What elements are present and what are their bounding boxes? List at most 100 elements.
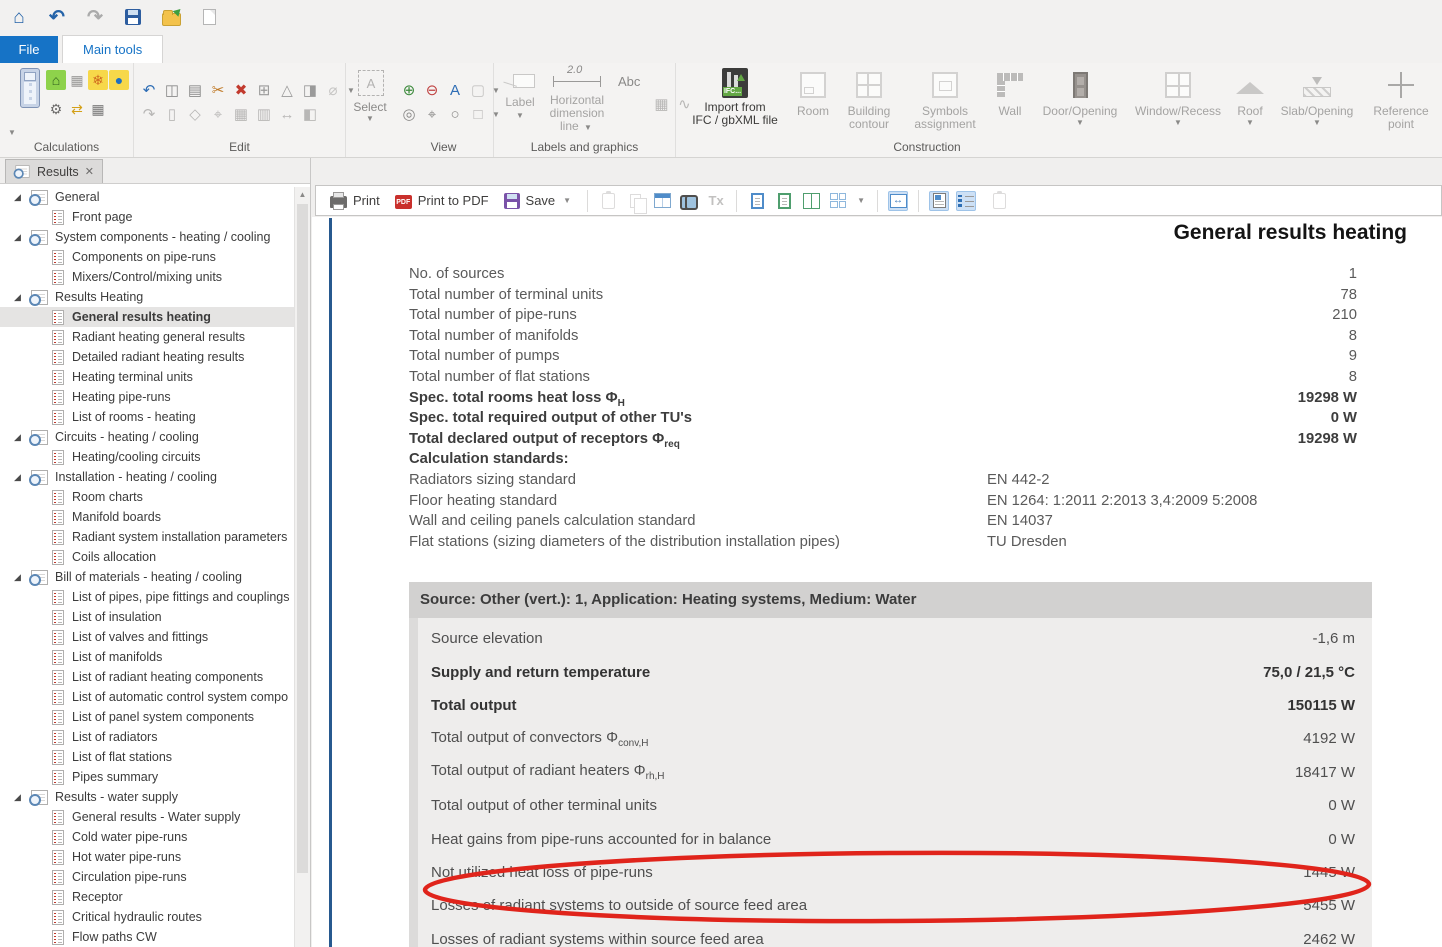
zoom-area-icon[interactable]: ▢ — [467, 80, 489, 101]
tree-item[interactable]: Circulation pipe-runs — [0, 867, 294, 887]
wall-button[interactable]: Wall — [988, 66, 1032, 118]
table-settings-button[interactable] — [652, 191, 672, 211]
tree-item[interactable]: Hot water pipe-runs — [0, 847, 294, 867]
pan-icon[interactable]: ◎ — [398, 104, 420, 125]
list-view-button[interactable] — [956, 191, 976, 211]
redo-button[interactable]: ↷ — [84, 6, 106, 28]
tree-item[interactable]: ◢System components - heating / cooling — [0, 227, 294, 247]
zoom-out-icon[interactable]: ⊖ — [421, 80, 443, 101]
label-caret[interactable]: ▼ — [514, 109, 526, 122]
scroll-up-icon[interactable]: ▲ — [295, 187, 310, 202]
redo-icon[interactable]: ↷ — [138, 104, 160, 125]
tree-item[interactable]: ◢Installation - heating / cooling — [0, 467, 294, 487]
expand-triangle-icon[interactable]: ◢ — [14, 472, 24, 483]
tree-item[interactable]: Manifold boards — [0, 507, 294, 527]
balance-valves-icon[interactable]: ⇄ — [67, 99, 87, 119]
window-recess-caret[interactable]: ▼ — [1172, 118, 1184, 127]
edit-nodes-icon[interactable]: ⊞ — [253, 80, 275, 101]
tab-results[interactable]: Results ✕ — [5, 159, 103, 183]
grid-pages-view-button[interactable] — [828, 191, 848, 211]
home-button[interactable]: ⌂ — [8, 6, 30, 28]
expand-triangle-icon[interactable]: ◢ — [14, 572, 24, 583]
reference-point-button[interactable]: Reference point — [1362, 66, 1440, 131]
tree-item[interactable]: Mixers/Control/mixing units — [0, 267, 294, 287]
roof-button[interactable]: Roof▼ — [1228, 66, 1272, 127]
tree-item[interactable]: Flow paths CW — [0, 927, 294, 947]
pages-view-caret[interactable]: ▼ — [855, 196, 867, 205]
save-report-button[interactable]: Save ▼ — [500, 191, 578, 211]
tree-item[interactable]: List of radiators — [0, 727, 294, 747]
selection-box-icon[interactable]: ▯ — [161, 104, 183, 125]
cooling-module-icon[interactable]: ❄ — [88, 70, 108, 90]
single-page-view-button[interactable] — [747, 191, 767, 211]
tree-item[interactable]: Heating terminal units — [0, 367, 294, 387]
copy-icon[interactable]: ◫ — [161, 80, 183, 101]
tree-item[interactable]: General results heating — [0, 307, 294, 327]
paste-special-button[interactable] — [598, 191, 618, 211]
tree-item[interactable]: Heating/cooling circuits — [0, 447, 294, 467]
calc-table-icon[interactable]: ▦ — [88, 99, 108, 119]
clipboard-button[interactable] — [989, 191, 1009, 211]
symbols-assignment-button[interactable]: Symbols assignment — [902, 66, 988, 131]
zoom-all-icon[interactable]: A — [444, 80, 466, 101]
zoom-selection-icon[interactable]: ⌖ — [421, 104, 443, 125]
print-to-pdf-button[interactable]: PDF Print to PDF — [391, 190, 493, 211]
undo-icon[interactable]: ↶ — [138, 80, 160, 101]
tree-item[interactable]: List of flat stations — [0, 747, 294, 767]
save-caret[interactable]: ▼ — [561, 196, 573, 205]
door-opening-caret[interactable]: ▼ — [1074, 118, 1086, 127]
zoom-in-icon[interactable]: ⊕ — [398, 80, 420, 101]
building-contour-button[interactable]: Building contour — [836, 66, 902, 131]
horizontal-dimension-button[interactable]: 2.0 Horizontal dimension line ▼ — [542, 66, 612, 134]
copy-page-button[interactable] — [625, 191, 645, 211]
tree-item[interactable]: Radiant system installation parameters — [0, 527, 294, 547]
pump-options-icon[interactable]: ⚙ — [46, 99, 66, 119]
slab-opening-caret[interactable]: ▼ — [1311, 118, 1323, 127]
fit-width-button[interactable]: ↔ — [888, 191, 908, 211]
paste-icon[interactable]: ▤ — [184, 80, 206, 101]
tree-item[interactable]: Components on pipe-runs — [0, 247, 294, 267]
arrange-icon[interactable]: ▥ — [253, 104, 275, 125]
two-pages-view-button[interactable] — [801, 191, 821, 211]
delete-icon[interactable]: ✖ — [230, 80, 252, 101]
expand-triangle-icon[interactable]: ◢ — [14, 232, 24, 243]
tree-item[interactable]: ◢Bill of materials - heating / cooling — [0, 567, 294, 587]
hdim-caret[interactable]: ▼ — [582, 123, 594, 132]
close-icon[interactable]: ✕ — [85, 165, 94, 178]
measure-icon[interactable]: ↔ — [276, 104, 298, 125]
open-project-button[interactable] — [160, 6, 182, 28]
expand-triangle-icon[interactable]: ◢ — [14, 432, 24, 443]
undo-button[interactable]: ↶ — [46, 6, 68, 28]
tree-item[interactable]: List of manifolds — [0, 647, 294, 667]
window-recess-button[interactable]: Window/Recess▼ — [1128, 66, 1228, 127]
tree-item[interactable]: List of automatic control system compo — [0, 687, 294, 707]
slab-opening-button[interactable]: Slab/Opening▼ — [1272, 66, 1362, 127]
tree-item[interactable]: Radiant heating general results — [0, 327, 294, 347]
tree-scrollbar[interactable]: ▲ — [294, 187, 310, 947]
tree-item[interactable]: Detailed radiant heating results — [0, 347, 294, 367]
tree-item[interactable]: List of radiant heating components — [0, 667, 294, 687]
expand-triangle-icon[interactable]: ◢ — [14, 292, 24, 303]
windows-layout-icon[interactable]: □ — [467, 104, 489, 125]
raise-element-icon[interactable]: △ — [276, 80, 298, 101]
tree-item[interactable]: Coils allocation — [0, 547, 294, 567]
scroll-thumb[interactable] — [297, 204, 308, 873]
text-tool-button[interactable]: Abc — [612, 66, 650, 89]
calculations-dropdown-caret[interactable]: ▼ — [6, 128, 18, 137]
tree-item[interactable]: Cold water pipe-runs — [0, 827, 294, 847]
tab-main-tools[interactable]: Main tools — [62, 35, 163, 63]
new-document-button[interactable] — [198, 6, 220, 28]
tree-item[interactable]: List of rooms - heating — [0, 407, 294, 427]
expand-triangle-icon[interactable]: ◢ — [14, 792, 24, 803]
cut-icon[interactable]: ✂ — [207, 80, 229, 101]
flip-icon[interactable]: ◧ — [299, 104, 321, 125]
tree-item[interactable]: General results - Water supply — [0, 807, 294, 827]
report-page-view-button[interactable] — [774, 191, 794, 211]
tree-item[interactable]: List of valves and fittings — [0, 627, 294, 647]
tree-item[interactable]: ◢Results - water supply — [0, 787, 294, 807]
tab-file[interactable]: File — [0, 36, 58, 63]
scale-icon[interactable]: ▦ — [230, 104, 252, 125]
expand-triangle-icon[interactable]: ◢ — [14, 192, 24, 203]
roof-caret[interactable]: ▼ — [1244, 118, 1256, 127]
page-layout-button[interactable] — [929, 191, 949, 211]
